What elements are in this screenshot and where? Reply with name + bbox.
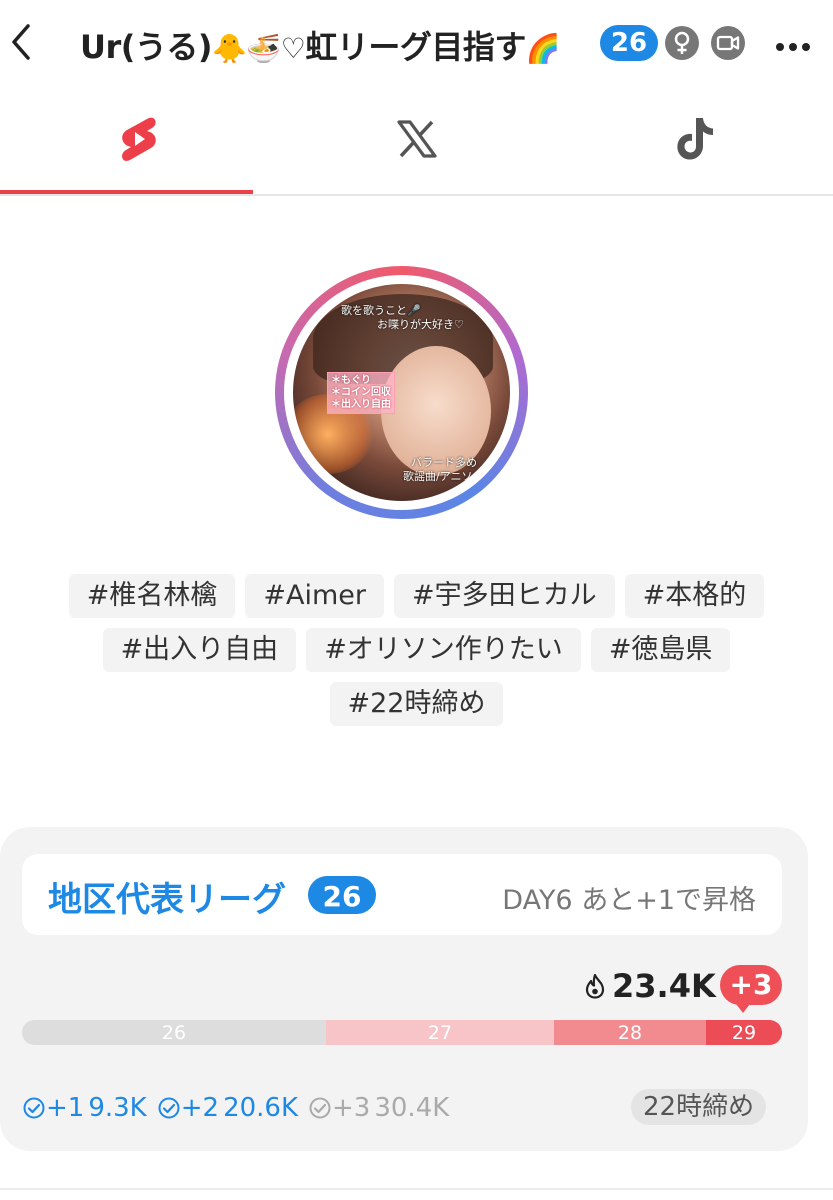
tier-segment-28: 28	[554, 1020, 706, 1045]
title-suffix: 虹リーグ目指す	[305, 28, 526, 66]
check-circle-icon	[309, 1097, 331, 1119]
league-header: 地区代表リーグ 26 DAY6 あと+1で昇格	[22, 854, 782, 935]
tag-row: #出入り自由 #オリソン作りたい #徳島県	[0, 628, 833, 672]
title-emojis: 🐥🍜♡	[212, 32, 306, 65]
x-icon	[397, 120, 437, 158]
goal-label: +3	[332, 1093, 371, 1123]
female-icon	[665, 26, 699, 60]
deadline-badge: 22時締め	[631, 1089, 767, 1125]
flame-icon	[585, 973, 605, 999]
goal-value: 30.4K	[374, 1093, 450, 1123]
avatar-box-line: ＊コイン回収	[331, 387, 391, 398]
tag-list: #椎名林檎 #Aimer #宇多田ヒカル #本格的 #出入り自由 #オリソン作り…	[0, 574, 833, 736]
tag-chip[interactable]: #22時締め	[329, 682, 504, 726]
tag-chip[interactable]: #Aimer	[245, 574, 384, 618]
tab-x[interactable]	[278, 86, 556, 192]
goal-label: +2	[180, 1093, 220, 1123]
goal-item: +2 20.6K	[157, 1093, 298, 1123]
check-circle-icon	[23, 1097, 45, 1119]
tab-tiktok[interactable]	[556, 86, 833, 192]
tier-segment-27: 27	[326, 1020, 554, 1045]
divider	[0, 1188, 833, 1190]
title-name: Ur(うる)	[80, 28, 213, 66]
back-icon[interactable]	[6, 22, 36, 62]
tab-youtube[interactable]	[0, 86, 278, 194]
video-icon[interactable]	[711, 26, 745, 60]
rainbow-emoji: 🌈	[525, 32, 561, 65]
more-icon[interactable]	[776, 36, 820, 51]
check-circle-icon	[158, 1097, 180, 1119]
avatar-caption-box: ＊もぐり ＊コイン回収 ＊出入り自由	[327, 372, 395, 414]
points-delta-badge: +3	[720, 965, 782, 1013]
youtube-shorts-icon	[122, 117, 156, 161]
goal-label: +1	[46, 1093, 85, 1123]
league-status: DAY6 あと+1で昇格	[502, 885, 756, 916]
level-badge: 26	[600, 25, 658, 61]
league-title: 地区代表リーグ	[48, 880, 286, 920]
tiktok-icon	[677, 118, 713, 160]
league-card[interactable]: 地区代表リーグ 26 DAY6 あと+1で昇格 23.4K +3 26 27 28 2…	[0, 827, 808, 1151]
goal-value: 20.6K	[223, 1093, 299, 1123]
tier-segment-26: 26	[22, 1020, 326, 1045]
tag-chip[interactable]: #出入り自由	[102, 628, 297, 672]
tier-progress-bar: 26 27 28 29	[22, 1020, 782, 1045]
points-value: 23.4K	[612, 967, 716, 1005]
social-tabs	[0, 86, 833, 196]
tag-row: #椎名林檎 #Aimer #宇多田ヒカル #本格的	[0, 574, 833, 618]
tag-chip[interactable]: #本格的	[624, 574, 765, 618]
page-title: Ur(うる)🐥🍜♡虹リーグ目指す🌈	[80, 22, 561, 68]
tag-chip[interactable]: #宇多田ヒカル	[393, 574, 615, 618]
goal-item: +1 9.3K	[22, 1093, 147, 1123]
promotion-goals: +1 9.3K +2 20.6K +3 30.4K	[22, 1093, 459, 1123]
tag-chip[interactable]: #徳島県	[590, 628, 731, 672]
avatar-photo: 歌を歌うこと🎤 お喋りが大好き♡ ＊もぐり ＊コイン回収 ＊出入り自由 バラード…	[293, 284, 510, 501]
header: Ur(うる)🐥🍜♡虹リーグ目指す🌈 26	[0, 0, 833, 86]
avatar-caption-2: お喋りが大好き♡	[377, 318, 464, 331]
tag-row: #22時締め	[0, 682, 833, 726]
avatar-box-line: ＊出入り自由	[331, 399, 391, 410]
avatar-caption-4: 歌謡曲/アニソン/ボカ	[403, 470, 510, 483]
avatar-box-line: ＊もぐり	[331, 375, 371, 386]
points-display: 23.4K	[584, 967, 716, 1005]
league-rank-badge: 26	[308, 876, 376, 914]
avatar[interactable]: 歌を歌うこと🎤 お喋りが大好き♡ ＊もぐり ＊コイン回収 ＊出入り自由 バラード…	[275, 266, 528, 519]
goal-value: 9.3K	[88, 1093, 147, 1123]
tag-chip[interactable]: #椎名林檎	[68, 574, 236, 618]
goal-item: +3 30.4K	[308, 1093, 449, 1123]
tag-chip[interactable]: #オリソン作りたい	[306, 628, 581, 672]
tier-segment-29: 29	[706, 1020, 782, 1045]
